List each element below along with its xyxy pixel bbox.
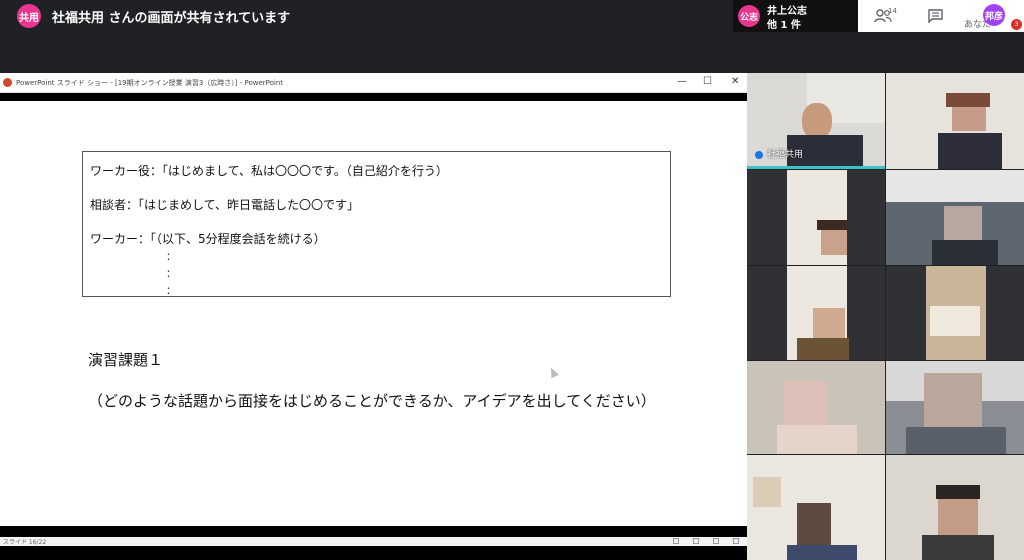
participant-name: 社福共用 [767, 150, 804, 160]
blurred-body [787, 545, 857, 560]
participant-tile[interactable] [886, 361, 1024, 454]
view-icon[interactable] [693, 538, 699, 544]
blurred-body [906, 427, 1006, 454]
participant-tile[interactable] [886, 170, 1024, 265]
close-button[interactable]: ✕ [731, 76, 739, 87]
dialogue-line-continue: ワーカー：「（以下、5分程度会話を続ける） [90, 232, 326, 246]
participant-tile[interactable] [747, 170, 885, 265]
ellipsis-dot: ： [166, 252, 176, 263]
ellipsis-dot: ： [166, 286, 176, 297]
blurred-hair [936, 485, 980, 499]
presenter-face [802, 103, 832, 139]
blurred-body [922, 535, 994, 560]
presenter-chip[interactable]: 公志 井上公志 他 1 件 [733, 0, 858, 32]
video-background [886, 170, 1024, 202]
window-titlebar: PowerPoint スライド ショー - [19期オンライン授業 演習3（広時… [0, 73, 747, 93]
maximize-button[interactable]: ☐ [703, 76, 712, 87]
share-message: 社福共用 さんの画面が共有されています [52, 11, 291, 26]
presenter-name: 井上公志 [767, 6, 807, 17]
ellipsis-dot: ： [166, 269, 176, 280]
chat-button[interactable] [924, 5, 946, 27]
people-count: 14 [888, 7, 897, 15]
dialogue-line-client: 相談者：「はじまめして、昨日電話した〇〇です」 [90, 198, 360, 212]
mic-icon [755, 151, 763, 159]
view-icon[interactable] [673, 538, 679, 544]
participant-tile[interactable] [747, 361, 885, 454]
blurred-face [924, 373, 982, 429]
presenter-avatar: 公志 [738, 5, 760, 27]
slide-counter: スライド 16/22 [3, 539, 47, 546]
presenter-others: 他 1 件 [767, 20, 801, 31]
blurred-body [938, 133, 1002, 169]
wall-poster [753, 477, 781, 507]
top-controls: 14 あなた 邦彦 3 [858, 0, 1024, 32]
meet-screen: 共用 社福共用 さんの画面が共有されています 公志 井上公志 他 1 件 14 … [0, 0, 1024, 560]
exercise-title: 演習課題１ [88, 351, 164, 369]
participant-tile[interactable] [747, 266, 885, 360]
mouse-cursor-icon [547, 365, 559, 379]
blurred-body [777, 425, 857, 454]
blurred-face [813, 308, 845, 342]
view-icon[interactable] [733, 538, 739, 544]
screen-share-banner: 共用 社福共用 さんの画面が共有されています [0, 0, 730, 30]
notification-badge: 3 [1011, 19, 1022, 30]
participant-tile[interactable] [886, 73, 1024, 169]
blurred-face [797, 503, 831, 549]
blurred-shelf [930, 306, 980, 336]
participant-tile[interactable] [747, 455, 885, 560]
view-icon[interactable] [713, 538, 719, 544]
minimize-button[interactable]: — [677, 76, 687, 87]
shared-screen: PowerPoint スライド ショー - [19期オンライン授業 演習3（広時… [0, 73, 747, 560]
participant-tile[interactable] [886, 455, 1024, 560]
share-avatar: 共用 [17, 4, 41, 28]
blurred-face [944, 206, 982, 244]
participant-grid: 社福共用 [747, 73, 1024, 560]
blurred-hair [817, 220, 847, 230]
blurred-body [797, 338, 849, 360]
chat-icon [927, 9, 943, 23]
dialogue-line-worker: ワーカー役：「はじめまして、私は〇〇〇です。（自己紹介を行う） [90, 164, 448, 178]
slide: ワーカー役：「はじめまして、私は〇〇〇です。（自己紹介を行う） 相談者：「はじま… [0, 101, 747, 526]
participant-tile[interactable] [886, 266, 1024, 360]
blurred-face [783, 381, 827, 425]
blurred-body [932, 240, 998, 265]
powerpoint-icon [3, 78, 12, 87]
dialogue-box: ワーカー役：「はじめまして、私は〇〇〇です。（自己紹介を行う） 相談者：「はじま… [82, 151, 671, 297]
my-avatar[interactable]: 邦彦 [983, 4, 1005, 26]
participant-tile[interactable]: 社福共用 [747, 73, 885, 169]
exercise-question: （どのような話題から面接をはじめることができるか、アイデアを出してください） [88, 392, 656, 410]
view-buttons [673, 538, 739, 544]
slideshow-statusbar: スライド 16/22 [0, 537, 747, 546]
blurred-hair [946, 93, 990, 107]
window-title: PowerPoint スライド ショー - [19期オンライン授業 演習3（広時… [16, 79, 284, 87]
